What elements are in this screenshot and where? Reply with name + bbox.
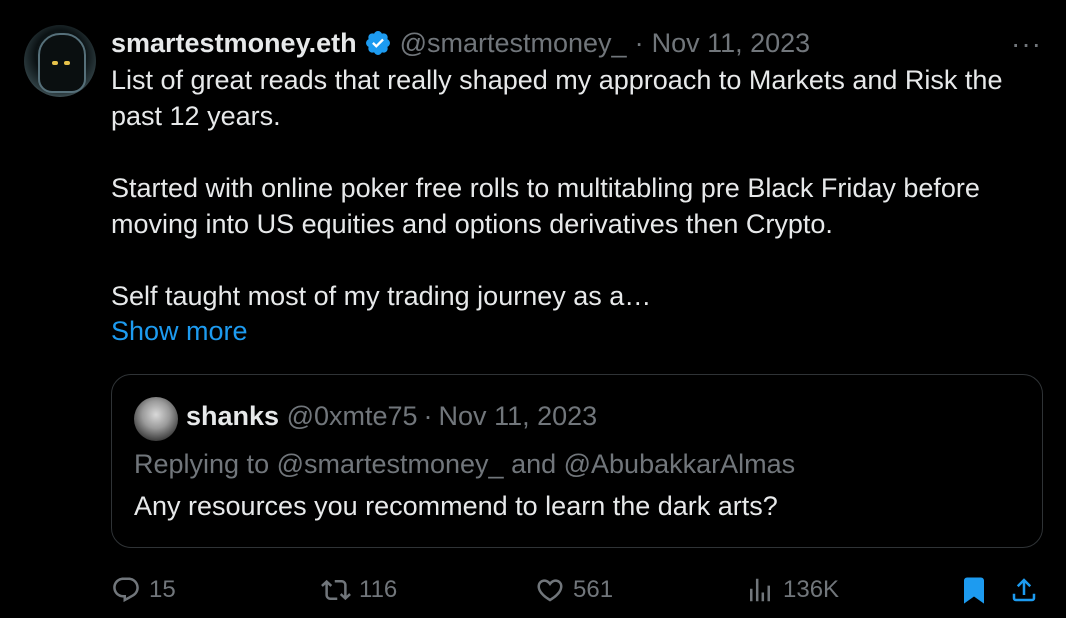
quoted-author-avatar: [134, 397, 178, 441]
reply-icon: [113, 577, 139, 603]
share-icon: [1012, 578, 1036, 602]
quoted-text: Any resources you recommend to learn the…: [134, 491, 778, 521]
avatar-eye-right: [64, 61, 70, 65]
quoted-tweet-card[interactable]: shanks @0xmte75 · Nov 11, 2023 Replying to…: [111, 374, 1043, 548]
show-more-link[interactable]: Show more: [111, 316, 248, 347]
author-handle[interactable]: @smartestmoney_: [400, 28, 627, 59]
quoted-author-handle: @0xmte75: [286, 401, 418, 431]
like-count: 561: [573, 576, 614, 603]
views-count: 136K: [783, 576, 840, 603]
header-separator: ·: [634, 27, 644, 58]
bookmark-button[interactable]: [959, 568, 997, 612]
quoted-header: shanks @0xmte75 · Nov 11, 2023: [186, 401, 597, 432]
quoted-date: Nov 11, 2023: [438, 401, 598, 431]
retweet-icon: [321, 579, 351, 601]
share-button[interactable]: [1009, 568, 1047, 612]
tweet-paragraph-1: List of great reads that really shaped m…: [111, 65, 1003, 131]
views-chart-icon: [750, 578, 770, 602]
tweet-body: List of great reads that really shaped m…: [111, 62, 1041, 314]
views-button[interactable]: 136K: [745, 568, 839, 612]
retweet-count: 116: [359, 576, 398, 603]
tweet-date[interactable]: Nov 11, 2023: [652, 28, 811, 59]
avatar-hood-image: [38, 33, 86, 93]
bookmark-icon: [964, 577, 984, 604]
avatar-eye-left: [52, 61, 58, 65]
like-button[interactable]: 561: [535, 568, 613, 612]
tweet-paragraph-2: Started with online poker free rolls to …: [111, 173, 980, 239]
quoted-separator: ·: [423, 401, 433, 431]
heart-icon: [537, 579, 563, 602]
reply-count: 15: [149, 576, 176, 603]
verified-badge-icon: [365, 31, 390, 55]
tweet-header: smartestmoney.eth @smartestmoney_ · Nov …: [111, 26, 1042, 60]
retweet-button[interactable]: 116: [321, 568, 397, 612]
more-horizontal-icon[interactable]: ···: [1011, 28, 1042, 60]
reply-button[interactable]: 15: [111, 568, 176, 612]
tweet-actions-bar: 15 116 561 136K: [111, 568, 1043, 612]
author-name[interactable]: smartestmoney.eth: [111, 28, 357, 59]
quoted-replying-to: Replying to @smartestmoney_ and @Abubakk…: [134, 449, 796, 479]
author-avatar[interactable]: [24, 25, 96, 97]
quoted-author-name: shanks: [186, 401, 280, 431]
tweet-paragraph-3: Self taught most of my trading journey a…: [111, 281, 652, 311]
